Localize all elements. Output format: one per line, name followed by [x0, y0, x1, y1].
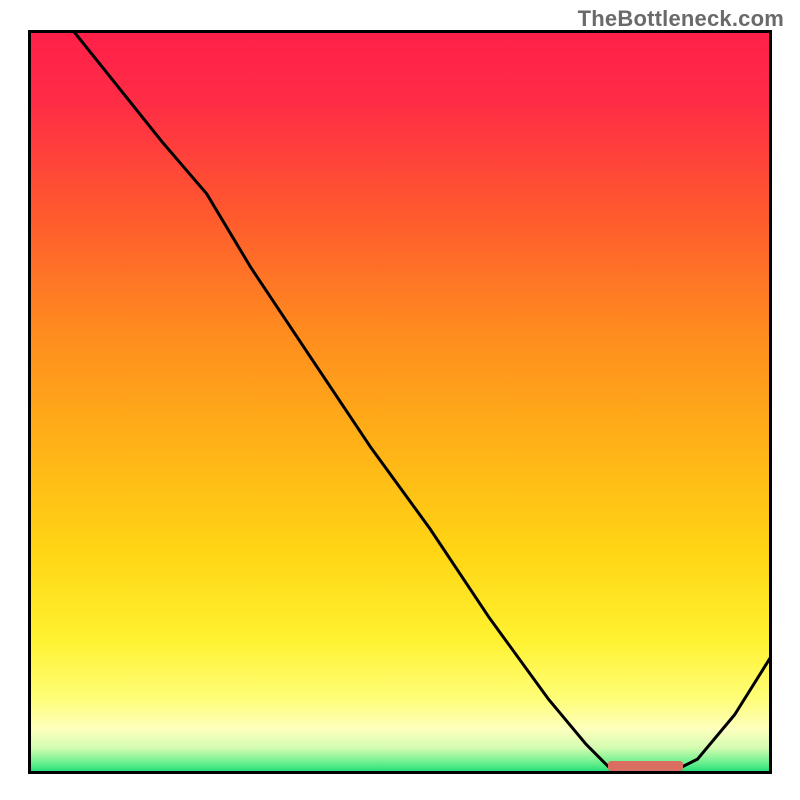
chart-root: TheBottleneck.com	[0, 0, 800, 800]
background-gradient	[28, 30, 772, 774]
plot-outer	[28, 30, 772, 774]
plot-area	[28, 30, 772, 774]
watermark-text: TheBottleneck.com	[578, 6, 784, 32]
optimal-range-marker	[608, 761, 682, 771]
